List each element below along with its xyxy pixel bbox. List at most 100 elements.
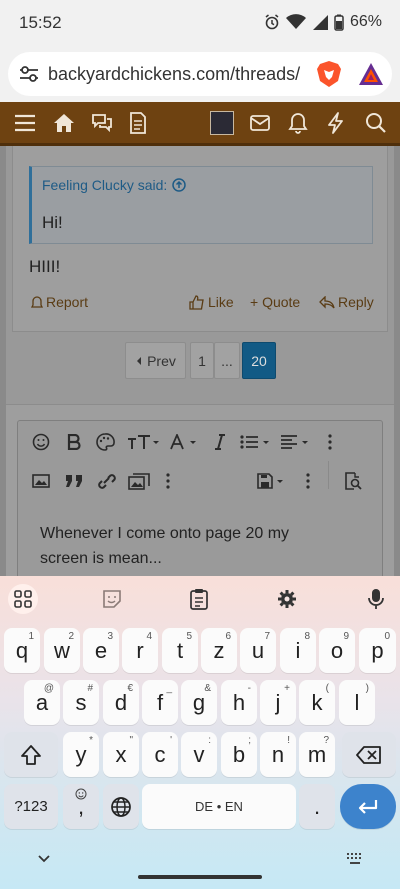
like-label[interactable]: Like: [208, 294, 234, 310]
symbols-key[interactable]: ?123: [4, 784, 58, 829]
report-button[interactable]: Report: [31, 294, 88, 310]
key-s[interactable]: s #: [63, 680, 99, 725]
apps-icon[interactable]: [8, 584, 38, 614]
wifi-icon: [285, 14, 306, 29]
hide-keyboard-icon[interactable]: [37, 854, 51, 864]
search-icon[interactable]: [365, 112, 387, 134]
quote-label[interactable]: + Quote: [250, 294, 300, 310]
key-p[interactable]: p0: [359, 628, 396, 673]
pagination: Prev 1 ... 20: [125, 342, 276, 379]
font-size-button[interactable]: [126, 429, 162, 455]
prev-label[interactable]: Prev: [147, 353, 176, 369]
italic-button[interactable]: [212, 429, 228, 455]
insert-image-button[interactable]: [30, 468, 52, 494]
language-key[interactable]: [103, 784, 139, 829]
font-family-icon: [170, 434, 196, 450]
emoji-button[interactable]: [30, 429, 52, 455]
prev-page-button[interactable]: Prev: [125, 342, 186, 379]
home-icon[interactable]: [53, 112, 75, 134]
more-insert-button[interactable]: [162, 468, 174, 494]
preview-button[interactable]: [340, 468, 366, 494]
reply-label[interactable]: Reply: [338, 294, 374, 310]
like-button[interactable]: Like: [189, 294, 234, 310]
report-label[interactable]: Report: [46, 294, 88, 310]
key-w[interactable]: w2: [44, 628, 80, 673]
quote-button[interactable]: + Quote: [250, 294, 300, 310]
brave-shields-icon[interactable]: [316, 60, 342, 88]
reply-button[interactable]: Reply: [319, 294, 374, 310]
shift-key[interactable]: [4, 732, 58, 777]
settings-icon[interactable]: [272, 584, 302, 614]
microphone-icon[interactable]: [361, 584, 391, 614]
image-icon: [32, 474, 50, 488]
lightning-icon[interactable]: [327, 112, 345, 134]
keyboard-switcher-icon[interactable]: [346, 852, 364, 866]
post-message: HIII!: [29, 257, 61, 276]
key-c[interactable]: c ': [142, 732, 178, 777]
period-key[interactable]: .: [299, 784, 335, 829]
page-jump-button[interactable]: ...: [214, 342, 240, 379]
key-m[interactable]: m?: [299, 732, 335, 777]
key-o[interactable]: o9: [319, 628, 355, 673]
key-n[interactable]: n!: [260, 732, 296, 777]
page-1-button[interactable]: 1: [190, 342, 214, 379]
home-gesture-handle[interactable]: [138, 875, 262, 879]
insert-link-button[interactable]: [94, 468, 118, 494]
key-b[interactable]: b;: [221, 732, 257, 777]
shift-icon: [21, 744, 41, 765]
key-v[interactable]: v:: [181, 732, 217, 777]
drafts-button[interactable]: [256, 468, 288, 494]
url-text[interactable]: backyardchickens.com/threads/: [48, 64, 306, 85]
key-l[interactable]: l): [339, 680, 375, 725]
key-r[interactable]: r4: [122, 628, 158, 673]
address-bar[interactable]: backyardchickens.com/threads/: [8, 52, 392, 96]
key-e[interactable]: e3: [83, 628, 119, 673]
more-options-button-2[interactable]: [302, 468, 314, 494]
clipboard-icon[interactable]: [184, 584, 214, 614]
backspace-key[interactable]: [342, 732, 396, 777]
key-k[interactable]: k(: [299, 680, 335, 725]
insert-quote-button[interactable]: [62, 468, 86, 494]
forums-icon[interactable]: [90, 112, 114, 134]
key-d[interactable]: d €: [103, 680, 139, 725]
more-options-button[interactable]: [324, 429, 336, 455]
key-f[interactable]: f _: [142, 680, 178, 725]
quote-author[interactable]: Feeling Clucky said:: [42, 177, 167, 193]
avatar[interactable]: [210, 111, 234, 135]
key-z[interactable]: z6: [201, 628, 237, 673]
site-settings-icon[interactable]: [18, 64, 40, 84]
status-icons: 66%: [264, 13, 382, 31]
key-x[interactable]: x ": [103, 732, 139, 777]
reply-text-input[interactable]: Whenever I come onto page 20 my screen i…: [40, 521, 340, 571]
key-q[interactable]: q1: [4, 628, 40, 673]
post: Feeling Clucky said: Hi! HIII! Report Li…: [12, 146, 388, 332]
jump-to-quote-icon[interactable]: [172, 178, 187, 192]
key-a[interactable]: a @: [24, 680, 60, 725]
menu-icon[interactable]: [14, 112, 36, 134]
bold-button[interactable]: [64, 429, 84, 455]
text-color-button[interactable]: [94, 429, 116, 455]
align-button[interactable]: [280, 429, 312, 455]
enter-key[interactable]: [340, 784, 396, 829]
key-y[interactable]: y *: [63, 732, 99, 777]
alarm-icon: [265, 14, 279, 30]
inbox-icon[interactable]: [249, 112, 271, 134]
quote-header[interactable]: Feeling Clucky said:: [42, 177, 187, 193]
key-i[interactable]: i8: [280, 628, 316, 673]
space-key[interactable]: DE • EN: [142, 784, 296, 829]
reply-editor: Whenever I come onto page 20 my screen i…: [17, 420, 383, 576]
brave-rewards-icon[interactable]: [358, 62, 384, 86]
key-h[interactable]: h-: [221, 680, 257, 725]
key-t[interactable]: t5: [162, 628, 198, 673]
alerts-icon[interactable]: [288, 112, 308, 134]
insert-media-button[interactable]: [126, 468, 152, 494]
sticker-icon[interactable]: [97, 584, 127, 614]
key-g[interactable]: g &: [181, 680, 217, 725]
whats-new-icon[interactable]: [128, 112, 148, 134]
key-u[interactable]: u7: [240, 628, 276, 673]
key-j[interactable]: j +: [260, 680, 296, 725]
font-family-button[interactable]: [170, 429, 200, 455]
comma-key[interactable]: ,: [63, 784, 99, 829]
list-button[interactable]: [240, 429, 272, 455]
on-screen-keyboard: q1 w2 e3 r4 t5 z6 u7 i8 o9 p0 a @ s # d € f…: [0, 576, 400, 889]
